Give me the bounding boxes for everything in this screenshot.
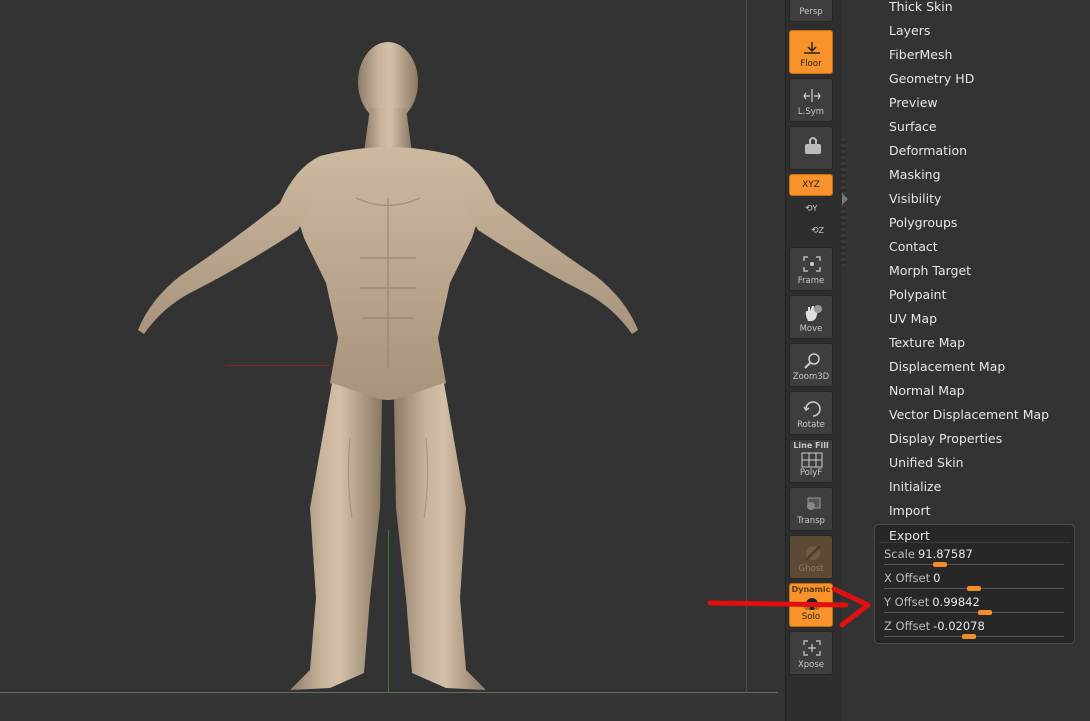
floor-label: Floor <box>800 59 822 69</box>
z-offset-slider-knob[interactable] <box>961 634 976 639</box>
xyz-rotate-button[interactable]: XYZ <box>789 174 833 196</box>
ghost-label: Ghost <box>798 564 824 574</box>
rotate-icon <box>803 401 821 417</box>
y-offset-slider-track[interactable] <box>884 612 1064 613</box>
x-offset-slider-label: X Offset <box>884 571 931 585</box>
y-offset-slider-label: Y Offset <box>884 595 930 609</box>
menu-item-contact[interactable]: Contact <box>889 240 938 254</box>
floor-button[interactable]: Floor <box>789 30 833 74</box>
menu-item-geometry-hd[interactable]: Geometry HD <box>889 72 974 86</box>
ghost-button[interactable]: Ghost <box>789 535 833 579</box>
menu-item-vector-displacement-map[interactable]: Vector Displacement Map <box>889 408 1049 422</box>
export-divider <box>879 542 1070 543</box>
y-rotate-icon[interactable]: ⟲Y <box>805 204 817 214</box>
transp-label: Transp <box>797 516 825 526</box>
lsym-label: L.Sym <box>797 107 825 117</box>
ghost-icon <box>805 545 821 561</box>
menu-item-preview[interactable]: Preview <box>889 96 938 110</box>
transp-button[interactable]: Transp <box>789 487 833 531</box>
export-subpalette: Export Scale 91.87587 X Offset 0 Y Offset 0… <box>874 524 1075 644</box>
menu-item-texture-map[interactable]: Texture Map <box>889 336 965 350</box>
menu-item-thick-skin[interactable]: Thick Skin <box>889 0 953 14</box>
scale-slider-knob[interactable] <box>932 562 947 567</box>
z-label: Z <box>818 226 825 235</box>
persp-label: Persp <box>799 7 823 17</box>
floor-icon <box>804 42 820 54</box>
z-offset-slider-value: -0.02078 <box>933 619 985 633</box>
z-rotate-icon[interactable]: ⟲Z <box>811 226 824 236</box>
z-offset-slider[interactable]: Z Offset -0.02078 <box>884 619 1064 641</box>
rotate-label: Rotate <box>797 420 825 430</box>
annotation-arrow-icon <box>707 586 871 628</box>
transparency-icon <box>807 497 821 510</box>
lock-camera-icon <box>805 137 821 154</box>
y-offset-slider-value: 0.99842 <box>932 595 980 609</box>
menu-item-layers[interactable]: Layers <box>889 24 930 38</box>
x-offset-slider-knob[interactable] <box>967 586 981 591</box>
human-base-mesh-model[interactable] <box>120 38 655 698</box>
menu-item-deformation[interactable]: Deformation <box>889 144 967 158</box>
frame-icon <box>803 256 821 272</box>
polyf-button[interactable]: Line Fill PolyF <box>789 439 833 483</box>
hand-move-icon <box>805 305 822 321</box>
menu-item-initialize[interactable]: Initialize <box>889 480 941 494</box>
line-fill-label: Line Fill <box>793 441 829 450</box>
rotate-button[interactable]: Rotate <box>789 391 833 435</box>
symmetry-icon <box>803 89 821 102</box>
export-title[interactable]: Export <box>889 528 930 543</box>
polyframe-grid-icon <box>801 452 823 468</box>
x-offset-slider-value: 0 <box>933 571 941 585</box>
canvas-viewport[interactable] <box>0 0 785 721</box>
menu-item-displacement-map[interactable]: Displacement Map <box>889 360 1005 374</box>
menu-item-fibermesh[interactable]: FiberMesh <box>889 48 952 62</box>
x-offset-slider[interactable]: X Offset 0 <box>884 571 1064 593</box>
scale-slider-label: Scale <box>884 547 915 561</box>
move-button[interactable]: Move <box>789 295 833 339</box>
frame-label: Frame <box>797 276 825 286</box>
menu-item-unified-skin[interactable]: Unified Skin <box>889 456 964 470</box>
magnifier-icon <box>804 353 820 369</box>
persp-button[interactable]: Persp <box>789 0 833 22</box>
scale-slider-value: 91.87587 <box>917 547 973 561</box>
z-offset-slider-label: Z Offset <box>884 619 931 633</box>
y-label: Y <box>812 204 818 213</box>
zoom3d-button[interactable]: Zoom3D <box>789 343 833 387</box>
y-offset-slider-knob[interactable] <box>977 610 992 615</box>
menu-item-visibility[interactable]: Visibility <box>889 192 941 206</box>
menu-item-import[interactable]: Import <box>889 504 931 518</box>
menu-item-display-properties[interactable]: Display Properties <box>889 432 1002 446</box>
zoom3d-label: Zoom3D <box>792 372 830 382</box>
polyf-label: PolyF <box>799 468 823 478</box>
xpose-icon <box>803 640 821 656</box>
xpose-label: Xpose <box>797 660 825 670</box>
xpose-button[interactable]: Xpose <box>789 631 833 675</box>
menu-item-surface[interactable]: Surface <box>889 120 937 134</box>
menu-item-morph-target[interactable]: Morph Target <box>889 264 971 278</box>
xyz-label: XYZ <box>802 180 820 190</box>
menu-item-polygroups[interactable]: Polygroups <box>889 216 957 230</box>
menu-item-uv-map[interactable]: UV Map <box>889 312 937 326</box>
menu-item-normal-map[interactable]: Normal Map <box>889 384 965 398</box>
menu-item-polypaint[interactable]: Polypaint <box>889 288 947 302</box>
move-label: Move <box>799 324 823 334</box>
scale-slider[interactable]: Scale 91.87587 <box>884 547 1064 569</box>
menu-item-masking[interactable]: Masking <box>889 168 941 182</box>
lsym-button[interactable]: L.Sym <box>789 78 833 122</box>
local-transform-button[interactable] <box>789 126 833 170</box>
y-offset-slider[interactable]: Y Offset 0.99842 <box>884 595 1064 617</box>
scale-slider-track[interactable] <box>884 564 1064 565</box>
frame-button[interactable]: Frame <box>789 247 833 291</box>
